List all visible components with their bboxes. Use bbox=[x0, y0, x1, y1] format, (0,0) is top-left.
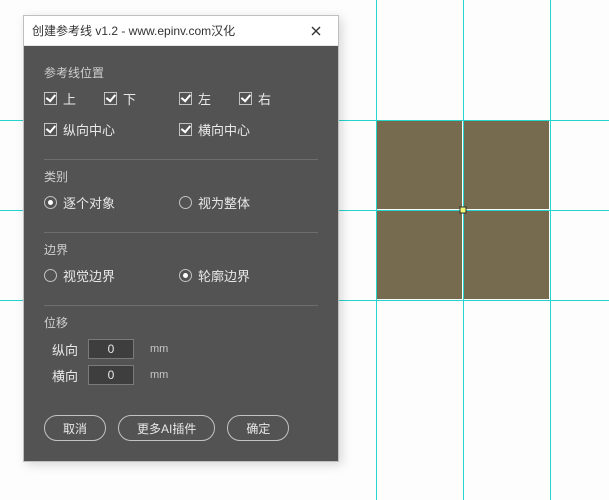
radio-icon bbox=[179, 269, 192, 282]
radio-each-object[interactable]: 逐个对象 bbox=[44, 193, 179, 212]
create-guides-dialog: 创建参考线 v1.2 - www.epinv.com汉化 参考线位置 上 下 左 bbox=[23, 15, 339, 462]
close-icon bbox=[311, 26, 321, 36]
section-title: 类别 bbox=[44, 168, 318, 185]
checkbox-icon bbox=[239, 92, 252, 105]
offset-vertical-label: 纵向 bbox=[52, 340, 78, 359]
artwork-rect[interactable] bbox=[464, 211, 549, 299]
checkbox-icon bbox=[179, 92, 192, 105]
artwork-rect[interactable] bbox=[377, 211, 462, 299]
checkbox-icon bbox=[104, 92, 117, 105]
dialog-buttons: 取消 更多AI插件 确定 bbox=[44, 415, 318, 441]
close-button[interactable] bbox=[302, 20, 330, 42]
titlebar[interactable]: 创建参考线 v1.2 - www.epinv.com汉化 bbox=[24, 16, 338, 46]
checkbox-vcenter[interactable]: 纵向中心 bbox=[44, 120, 179, 139]
artwork-rect[interactable] bbox=[377, 121, 462, 209]
radio-visual-bounds[interactable]: 视觉边界 bbox=[44, 266, 179, 285]
artwork-rect[interactable] bbox=[464, 121, 549, 209]
ok-button[interactable]: 确定 bbox=[227, 415, 289, 441]
checkbox-bottom[interactable]: 下 bbox=[104, 89, 179, 108]
offset-vertical-row: 纵向 0 mm bbox=[52, 339, 318, 359]
radio-icon bbox=[179, 196, 192, 209]
checkbox-hcenter[interactable]: 横向中心 bbox=[179, 120, 250, 139]
section-offset: 位移 纵向 0 mm 横向 0 mm bbox=[44, 305, 318, 405]
offset-horizontal-row: 横向 0 mm bbox=[52, 365, 318, 385]
radio-outline-bounds[interactable]: 轮廓边界 bbox=[179, 266, 250, 285]
section-title: 边界 bbox=[44, 241, 318, 258]
offset-horizontal-input[interactable]: 0 bbox=[88, 365, 134, 385]
section-bounds: 边界 视觉边界 轮廓边界 bbox=[44, 232, 318, 305]
unit-label: mm bbox=[150, 369, 168, 381]
checkbox-icon bbox=[44, 92, 57, 105]
checkbox-icon bbox=[44, 123, 57, 136]
offset-vertical-input[interactable]: 0 bbox=[88, 339, 134, 359]
cancel-button[interactable]: 取消 bbox=[44, 415, 106, 441]
radio-icon bbox=[44, 196, 57, 209]
unit-label: mm bbox=[150, 343, 168, 355]
checkbox-right[interactable]: 右 bbox=[239, 89, 271, 108]
checkbox-top[interactable]: 上 bbox=[44, 89, 104, 108]
radio-whole[interactable]: 视为整体 bbox=[179, 193, 250, 212]
guide-vertical bbox=[550, 0, 551, 500]
checkbox-left[interactable]: 左 bbox=[179, 89, 239, 108]
checkbox-icon bbox=[179, 123, 192, 136]
radio-icon bbox=[44, 269, 57, 282]
dialog-title: 创建参考线 v1.2 - www.epinv.com汉化 bbox=[32, 22, 302, 39]
section-title: 参考线位置 bbox=[44, 64, 318, 81]
offset-horizontal-label: 横向 bbox=[52, 366, 78, 385]
section-category: 类别 逐个对象 视为整体 bbox=[44, 159, 318, 232]
anchor-point[interactable] bbox=[460, 207, 467, 214]
section-position: 参考线位置 上 下 左 右 bbox=[44, 56, 318, 159]
section-title: 位移 bbox=[44, 314, 318, 331]
more-plugins-button[interactable]: 更多AI插件 bbox=[118, 415, 215, 441]
